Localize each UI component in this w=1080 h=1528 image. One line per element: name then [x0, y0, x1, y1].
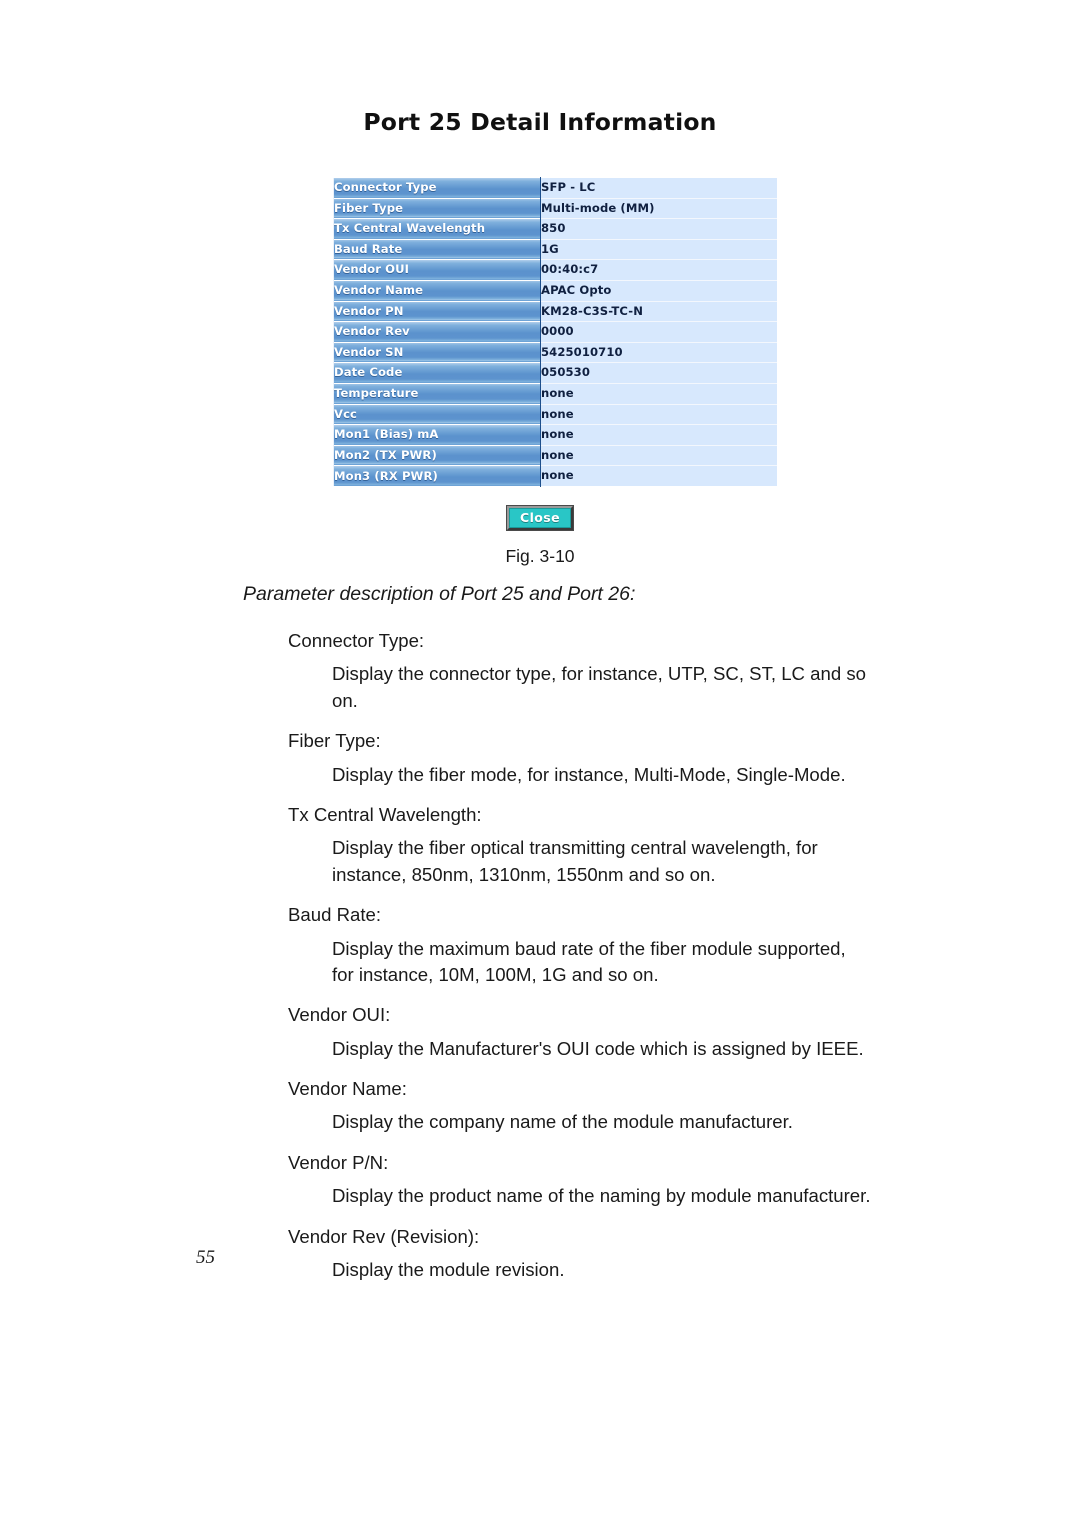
definition-description: Display the Manufacturer's OUI code whic…: [332, 1037, 864, 1059]
detail-value-cell: SFP - LC: [540, 177, 777, 199]
table-row: Vendor SN 5425010710: [333, 341, 777, 364]
detail-value-cell: none: [540, 403, 777, 426]
detail-key-cell: Mon2 (TX PWR): [333, 444, 541, 466]
detail-key-cell: Vendor Name: [333, 279, 541, 302]
table-row: Vcc none: [333, 403, 777, 426]
detail-key-cell: Vendor PN: [333, 300, 541, 322]
table-row: Vendor Rev 0000: [333, 321, 777, 343]
detail-key-cell: Baud Rate: [333, 238, 541, 260]
detail-key-cell: Temperature: [333, 382, 541, 405]
table-row: Mon2 (TX PWR) none: [333, 444, 777, 467]
definition-term: Vendor P/N:: [288, 1151, 389, 1173]
table-row: Tx Central Wavelength 850: [333, 218, 777, 240]
definition-term: Connector Type:: [288, 630, 425, 651]
definition-term: Vendor OUI:: [288, 1004, 391, 1026]
detail-value-cell: APAC Opto: [540, 279, 777, 302]
section-heading: Parameter description of Port 25 and Por…: [243, 583, 636, 605]
table-row: Vendor PN KM28-C3S-TC-N: [333, 300, 777, 323]
port-detail-table: Connector Type SFP - LC Fiber Type Multi-mo…: [333, 177, 777, 487]
definition-term: Vendor Rev (Revision):: [288, 1225, 480, 1247]
detail-value-cell: none: [540, 465, 777, 487]
detail-key-cell: Mon3 (RX PWR): [333, 465, 541, 487]
detail-value-cell: 0000: [540, 321, 777, 343]
parameter-definition-list: Connector Type: Display the connector typ…: [0, 628, 1080, 1297]
definition-description: Display the product name of the naming b…: [332, 1185, 871, 1207]
panel-title: Port 25 Detail Information: [363, 108, 717, 136]
detail-key-cell: Connector Type: [333, 177, 541, 199]
table-row: Date Code 050530: [333, 362, 777, 384]
detail-key-cell: Tx Central Wavelength: [333, 218, 541, 240]
detail-key-cell: Mon1 (Bias) mA: [333, 424, 541, 446]
table-row: Temperature none: [333, 382, 777, 405]
definition-description: Display the connector type, for instance…: [332, 663, 866, 711]
detail-value-cell: 850: [540, 218, 777, 240]
page-number: 55: [196, 1247, 215, 1268]
definition-description: Display the company name of the module m…: [332, 1111, 793, 1133]
detail-value-cell: none: [540, 424, 777, 446]
figure-caption: Fig. 3-10: [505, 546, 575, 566]
detail-key-cell: Date Code: [333, 362, 541, 384]
table-row: Mon1 (Bias) mA none: [333, 424, 777, 446]
definition-term: Tx Central Wavelength:: [288, 803, 482, 825]
detail-value-cell: 050530: [540, 362, 777, 384]
detail-value-cell: none: [540, 382, 777, 405]
definition-description: Display the fiber optical transmitting c…: [332, 837, 818, 885]
detail-value-cell: Multi-mode (MM): [540, 197, 777, 220]
detail-key-cell: Vendor SN: [333, 341, 541, 363]
table-row: Vendor Name APAC Opto: [333, 279, 777, 302]
detail-key-cell: Vendor Rev: [333, 321, 541, 343]
definition-description: Display the fiber mode, for instance, Mu…: [332, 763, 846, 785]
table-row: Mon3 (RX PWR) none: [333, 465, 777, 487]
detail-key-cell: Vendor OUI: [333, 259, 541, 281]
detail-value-cell: 00:40:c7: [540, 259, 777, 281]
detail-value-cell: 5425010710: [540, 341, 777, 364]
table-row: Vendor OUI 00:40:c7: [333, 259, 777, 281]
definition-term: Baud Rate:: [288, 904, 382, 926]
definition-description: Display the module revision.: [332, 1259, 565, 1281]
detail-value-cell: none: [540, 444, 777, 467]
detail-value-cell: 1G: [540, 238, 777, 261]
detail-key-cell: Vcc: [333, 403, 541, 425]
detail-value-cell: KM28-C3S-TC-N: [540, 300, 777, 323]
table-row: Baud Rate 1G: [333, 238, 777, 261]
definition-term: Fiber Type:: [288, 730, 381, 752]
close-button-row: Close: [0, 505, 1080, 531]
detail-key-cell: Fiber Type: [333, 197, 541, 219]
table-row: Fiber Type Multi-mode (MM): [333, 197, 777, 220]
close-button[interactable]: Close: [506, 505, 574, 531]
definition-description: Display the maximum baud rate of the fib…: [332, 937, 846, 985]
definition-term: Vendor Name:: [288, 1078, 407, 1100]
table-row: Connector Type SFP - LC: [333, 177, 777, 199]
